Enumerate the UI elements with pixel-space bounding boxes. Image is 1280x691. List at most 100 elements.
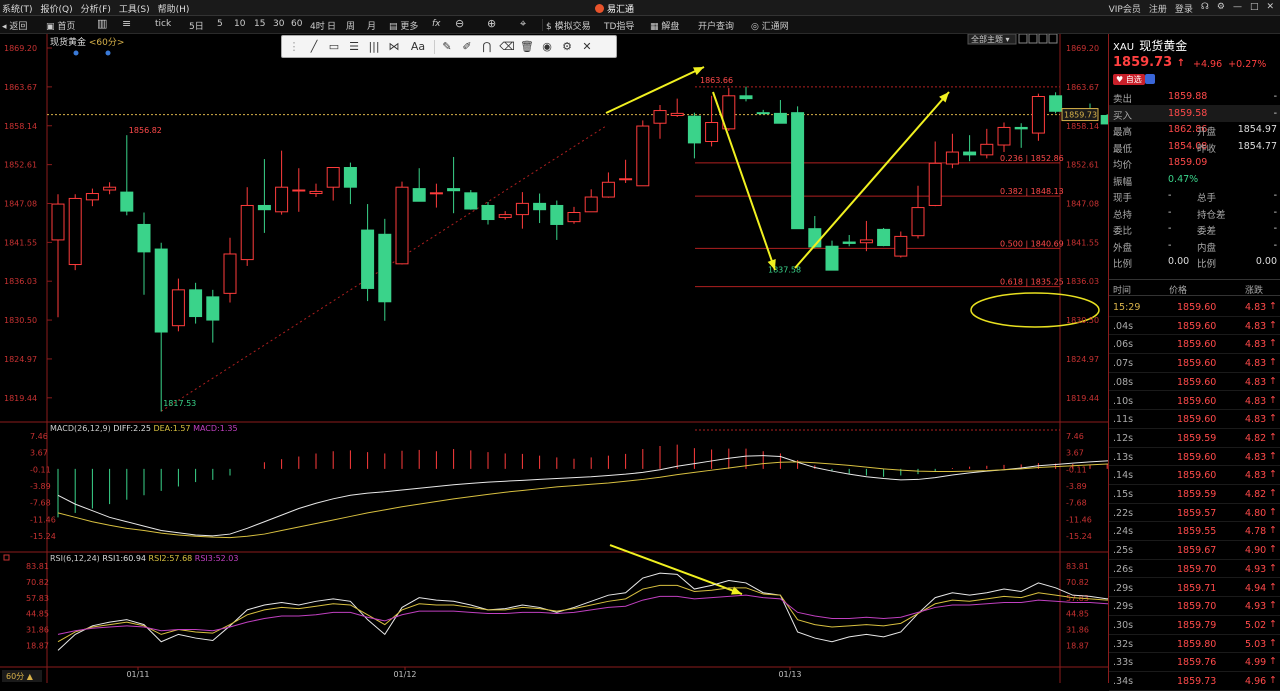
kline-chart[interactable]: 0.236 | 1852.86 0.382 | 1848.13 0.500 | 18… <box>0 33 1149 683</box>
home-button[interactable]: ▣ 首页 <box>46 19 75 32</box>
chart-title: 现货黄金 <60分> <box>50 35 124 48</box>
tick-price: 1859.79 <box>1177 619 1217 631</box>
magnet-icon[interactable]: ⋂ <box>479 39 495 55</box>
period-4h[interactable]: 4时 <box>310 19 325 32</box>
minimize-icon[interactable]: — <box>1233 2 1242 15</box>
menu-tools[interactable]: 工具(S) <box>119 2 150 15</box>
quote-row-label: 比例 <box>1113 259 1133 270</box>
maximize-icon[interactable]: □ <box>1250 2 1259 15</box>
zoom-in-icon[interactable]: ⊕ <box>487 17 496 30</box>
pattern-tool-icon[interactable]: ⋈ <box>386 39 402 55</box>
candle-body <box>687 115 701 144</box>
menu-quote[interactable]: 报价(Q) <box>41 2 73 15</box>
settings-icon[interactable]: ⚙ <box>1217 2 1225 15</box>
period-month[interactable]: 月 <box>367 19 376 32</box>
line-tool-icon[interactable]: ╱ <box>306 39 322 55</box>
tick-header-time: 时间 <box>1113 286 1132 296</box>
list-icon[interactable]: ≡ <box>122 17 131 30</box>
quote-row-label2: 持仓差 <box>1197 209 1226 221</box>
close-palette-icon[interactable]: ✕ <box>579 39 595 55</box>
macd-axis-label-right: -3.89 <box>1066 482 1087 491</box>
period-week[interactable]: 周 <box>346 19 355 32</box>
change-value: +4.96 <box>1193 59 1223 70</box>
trash-icon[interactable]: 🗑 <box>519 39 535 55</box>
macd-axis-label-left: 3.67 <box>30 449 48 458</box>
quote-row: 外盘 - 内盘 - <box>1109 237 1280 254</box>
tick-change: 5.03 <box>1245 638 1267 650</box>
macd-header-part: MACD:1.35 <box>191 424 238 433</box>
tick-change: 5.02 <box>1245 619 1267 631</box>
zoom-out-icon[interactable]: ⊖ <box>455 17 464 30</box>
price-axis-label-right: 1869.20 <box>1066 44 1099 53</box>
tick-change: 4.83 <box>1245 376 1267 388</box>
menu-analysis[interactable]: 分析(F) <box>81 2 111 15</box>
menu-system[interactable]: 系统(T) <box>2 2 33 15</box>
shape-tool-icon[interactable]: ▭ <box>326 39 342 55</box>
tick-price: 1859.59 <box>1177 489 1217 500</box>
alert-bell-icon[interactable] <box>1145 74 1155 84</box>
vip-link[interactable]: VIP会员 <box>1109 2 1141 15</box>
up-arrow-icon: ↑ <box>1269 675 1277 686</box>
close-icon[interactable]: ✕ <box>1266 2 1274 15</box>
fib-level-label: 0.500 | 1840.69 <box>1000 239 1064 248</box>
quote-row: 买入 1859.58 - <box>1109 104 1280 122</box>
title-bar: 系统(T) 报价(Q) 分析(F) 工具(S) 帮助(H) 易汇通 VIP会员 … <box>0 0 1280 16</box>
drag-handle-icon[interactable]: ⋮ <box>286 39 302 55</box>
price-axis-label-left: 1841.55 <box>4 238 37 247</box>
candle-body <box>877 228 891 247</box>
period-5d[interactable]: 5日 <box>189 19 204 32</box>
crosshair-icon[interactable]: ⌖ <box>520 17 526 31</box>
watchlist-badge-label: 自选 <box>1125 75 1142 84</box>
period-30[interactable]: 30 <box>273 19 284 29</box>
huitong-button[interactable]: ◎ 汇通网 <box>751 19 789 32</box>
tick-time: .32s <box>1113 638 1134 650</box>
watchlist-badge[interactable]: ♥ 自选 <box>1113 74 1145 85</box>
jiepan-button[interactable]: ▦ 解盘 <box>650 19 679 32</box>
period-5[interactable]: 5 <box>217 19 223 29</box>
chart-period: <60分> <box>88 38 125 48</box>
td-guide-button[interactable]: TD指导 <box>604 19 634 32</box>
period-60[interactable]: 60 <box>291 19 302 29</box>
pen-icon[interactable]: ✐ <box>459 39 475 55</box>
fx-button[interactable]: fx <box>432 19 441 29</box>
period-day[interactable]: 日 <box>327 19 336 32</box>
candle-body <box>326 167 340 188</box>
eraser-icon[interactable]: ⌫ <box>499 39 515 55</box>
tick-row: .06s 1859.60 4.83 ↑ <box>1109 335 1280 355</box>
price-axis-label-right: 1824.97 <box>1066 355 1099 364</box>
chart-area[interactable]: 0.236 | 1852.86 0.382 | 1848.13 0.500 | 18… <box>0 33 1149 683</box>
quote-row: 均价 1859.09 <box>1109 154 1280 171</box>
candle-body <box>653 110 667 124</box>
back-button[interactable]: ◂ 返回 <box>2 19 27 32</box>
rsi-axis-label-left: 18.87 <box>26 642 49 651</box>
pencil-icon[interactable]: ✎ <box>439 39 455 55</box>
tick-time: .06s <box>1113 339 1134 351</box>
account-query-button[interactable]: 开户查询 <box>698 19 734 32</box>
tick-row: .32s 1859.80 5.03 ↑ <box>1109 635 1280 654</box>
tick-change: 4.96 <box>1245 676 1267 687</box>
sim-trade-button[interactable]: $ 模拟交易 <box>546 19 591 32</box>
text-tool-icon[interactable]: Aa <box>406 39 430 55</box>
period-tick[interactable]: tick <box>155 19 171 29</box>
headset-icon[interactable]: ☊ <box>1201 2 1209 15</box>
eye-icon[interactable]: ◉ <box>539 39 555 55</box>
period-15[interactable]: 15 <box>254 19 265 29</box>
low-price-label: 1817.53 <box>163 399 196 408</box>
candle-body <box>1049 95 1063 112</box>
rsi-header: RSI(6,12,24) RSI1:60.94 RSI2:57.68 RSI3:… <box>50 554 238 563</box>
rsi-axis-label-right: 70.82 <box>1066 578 1089 587</box>
login-link[interactable]: 登录 <box>1175 2 1193 15</box>
fib-tool-icon[interactable]: ||| <box>366 39 382 55</box>
menu-help[interactable]: 帮助(H) <box>158 2 190 15</box>
period-button: 60分 ▲ <box>6 672 34 681</box>
more-button[interactable]: ▤ 更多 <box>389 19 418 32</box>
period-10[interactable]: 10 <box>234 19 245 29</box>
topic-button-label: 全部主题 ▾ <box>971 34 1010 44</box>
candle-body <box>103 186 117 191</box>
register-link[interactable]: 注册 <box>1149 2 1167 15</box>
candle-body <box>189 289 203 318</box>
candle-chart-icon[interactable]: ▥ <box>97 17 107 30</box>
quote-row-label: 总持 <box>1113 209 1133 221</box>
settings-gear-icon[interactable]: ⚙ <box>559 39 575 55</box>
channel-tool-icon[interactable]: ☰ <box>346 39 362 55</box>
